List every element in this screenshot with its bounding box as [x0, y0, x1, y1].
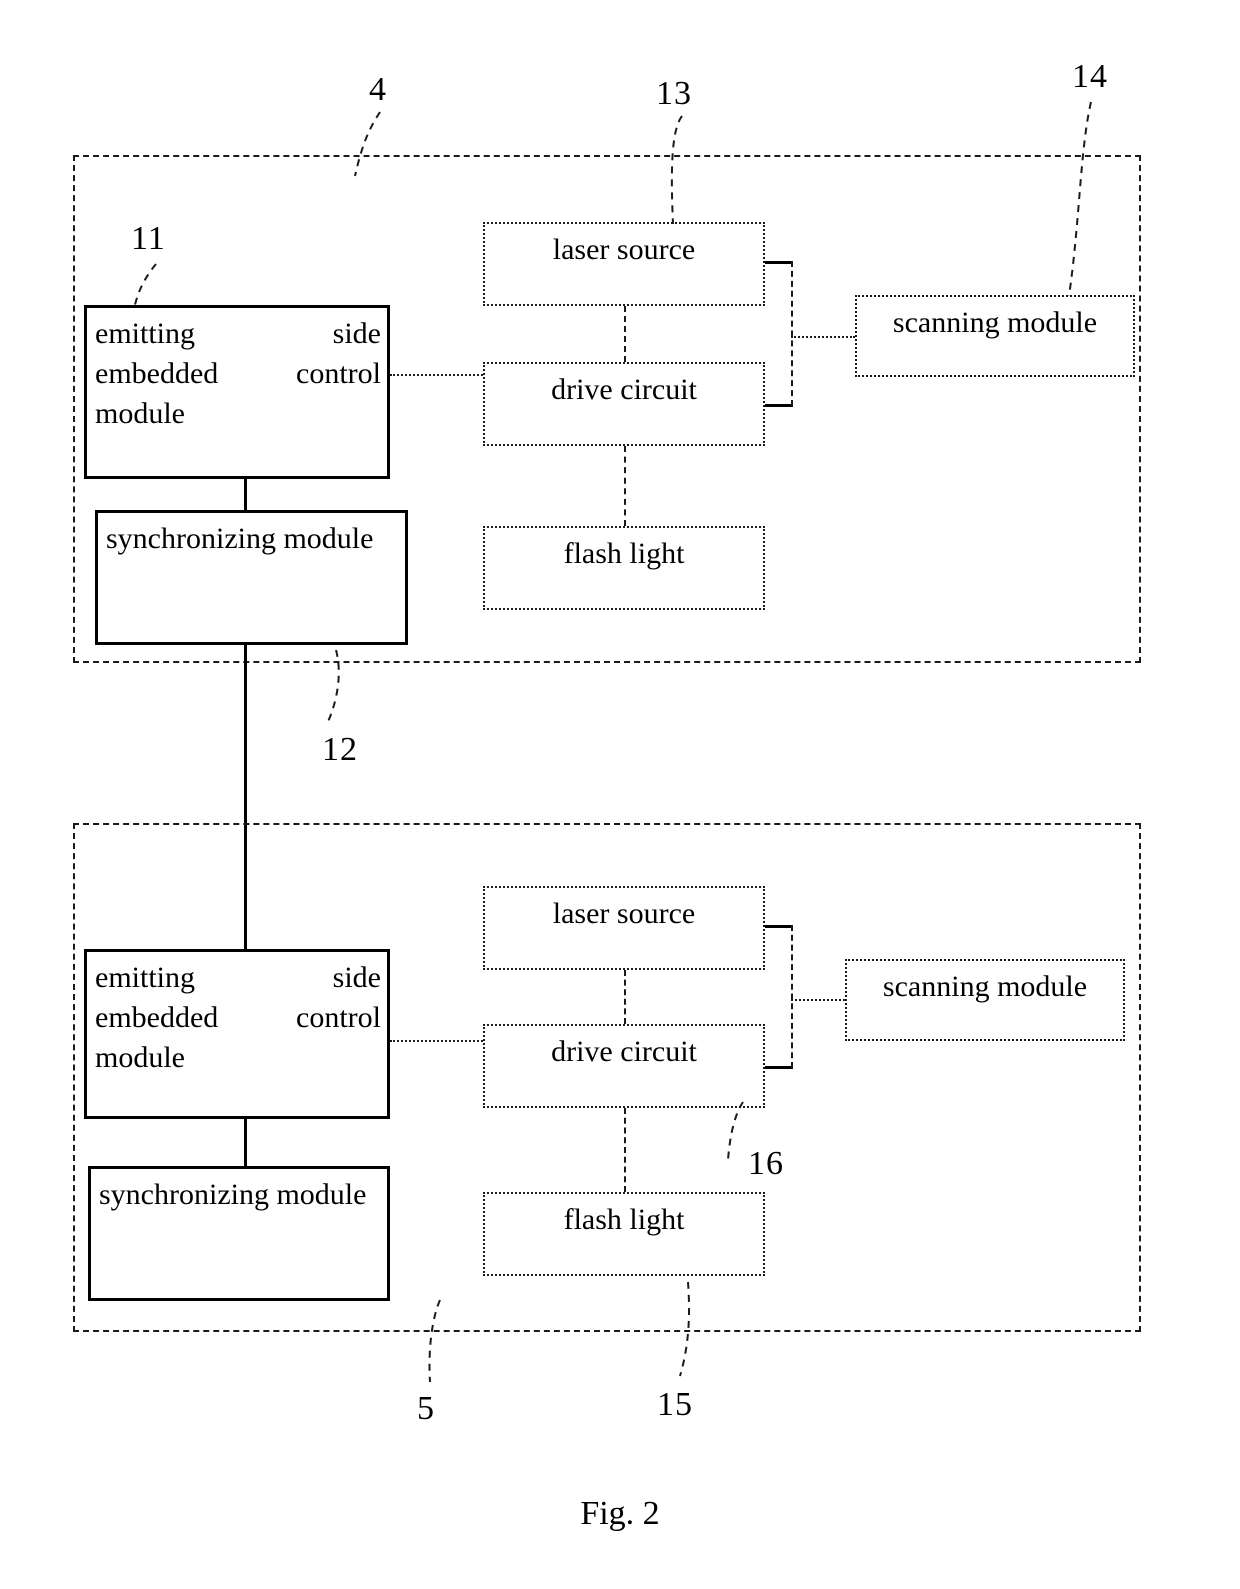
- figure-caption: Fig. 2: [580, 1495, 660, 1532]
- upper-control-to-drive-connector: [390, 374, 483, 376]
- upper-laser-to-drive-connector: [624, 306, 626, 362]
- upper-flash-light-label: flash light: [563, 537, 685, 570]
- lower-drive-to-flash-connector: [624, 1108, 626, 1192]
- upper-scanning-module-label: scanning module: [892, 306, 1098, 339]
- leader-line-12: [326, 649, 340, 725]
- ref-numeral-4: 4: [369, 71, 387, 108]
- ref-numeral-13: 13: [656, 75, 692, 112]
- upper-control-module-label: emitting side embedded control module: [95, 317, 389, 430]
- lower-drive-circuit-block: drive circuit: [483, 1024, 765, 1108]
- patent-figure: 4 11 emitting side embedded control modu…: [0, 0, 1240, 1589]
- upper-flash-light-block: flash light: [483, 526, 765, 610]
- upper-bracket-to-scanning-connector: [791, 336, 855, 338]
- ref-numeral-15: 15: [657, 1386, 693, 1423]
- leader-line-14: [1068, 101, 1092, 297]
- lower-drive-circuit-label: drive circuit: [551, 1035, 697, 1068]
- ref-numeral-5: 5: [417, 1390, 435, 1427]
- leader-line-5: [428, 1299, 441, 1383]
- lower-control-to-drive-connector: [390, 1040, 483, 1042]
- upper-drive-to-flash-connector: [624, 446, 626, 526]
- lower-drive-bracket-stub: [765, 1066, 793, 1069]
- lower-control-to-sync-connector: [244, 1119, 247, 1166]
- upper-scanning-module-block: scanning module: [855, 295, 1135, 377]
- leader-line-16: [727, 1101, 744, 1161]
- lower-sync-module-label: synchronizing module: [99, 1178, 367, 1211]
- lower-laser-source-block: laser source: [483, 886, 765, 970]
- upper-drive-circuit-label: drive circuit: [551, 373, 697, 406]
- upper-laser-bracket-stub: [765, 261, 793, 264]
- upper-bracket-spine: [791, 261, 793, 406]
- leader-line-13: [670, 115, 683, 225]
- upper-sync-module-block: synchronizing module: [95, 510, 408, 645]
- leader-line-4: [354, 111, 381, 177]
- lower-laser-source-label: laser source: [552, 897, 696, 930]
- ref-numeral-12: 12: [322, 731, 358, 768]
- lower-flash-light-block: flash light: [483, 1192, 765, 1276]
- lower-control-module-label: emitting side embedded control module: [95, 961, 389, 1074]
- upper-sync-module-label: synchronizing module: [106, 522, 374, 555]
- leader-line-15: [679, 1281, 691, 1377]
- lower-scanning-module-block: scanning module: [845, 959, 1125, 1041]
- lower-control-module-block: emitting side embedded control module: [84, 949, 390, 1119]
- lower-laser-to-drive-connector: [624, 970, 626, 1024]
- lower-laser-bracket-stub: [765, 925, 793, 928]
- lower-bracket-spine: [791, 925, 793, 1068]
- upper-laser-source-label: laser source: [552, 233, 696, 266]
- lower-flash-light-label: flash light: [563, 1203, 685, 1236]
- lower-scanning-module-label: scanning module: [882, 970, 1088, 1003]
- upper-drive-circuit-block: drive circuit: [483, 362, 765, 446]
- upper-control-to-sync-connector: [244, 479, 247, 510]
- ref-numeral-11: 11: [131, 220, 166, 257]
- ref-numeral-14: 14: [1072, 58, 1108, 95]
- upper-laser-source-block: laser source: [483, 222, 765, 306]
- lower-bracket-to-scanning-connector: [791, 999, 845, 1001]
- upper-control-module-block: emitting side embedded control module: [84, 305, 390, 479]
- upper-drive-bracket-stub: [765, 404, 793, 407]
- lower-sync-module-block: synchronizing module: [88, 1166, 390, 1301]
